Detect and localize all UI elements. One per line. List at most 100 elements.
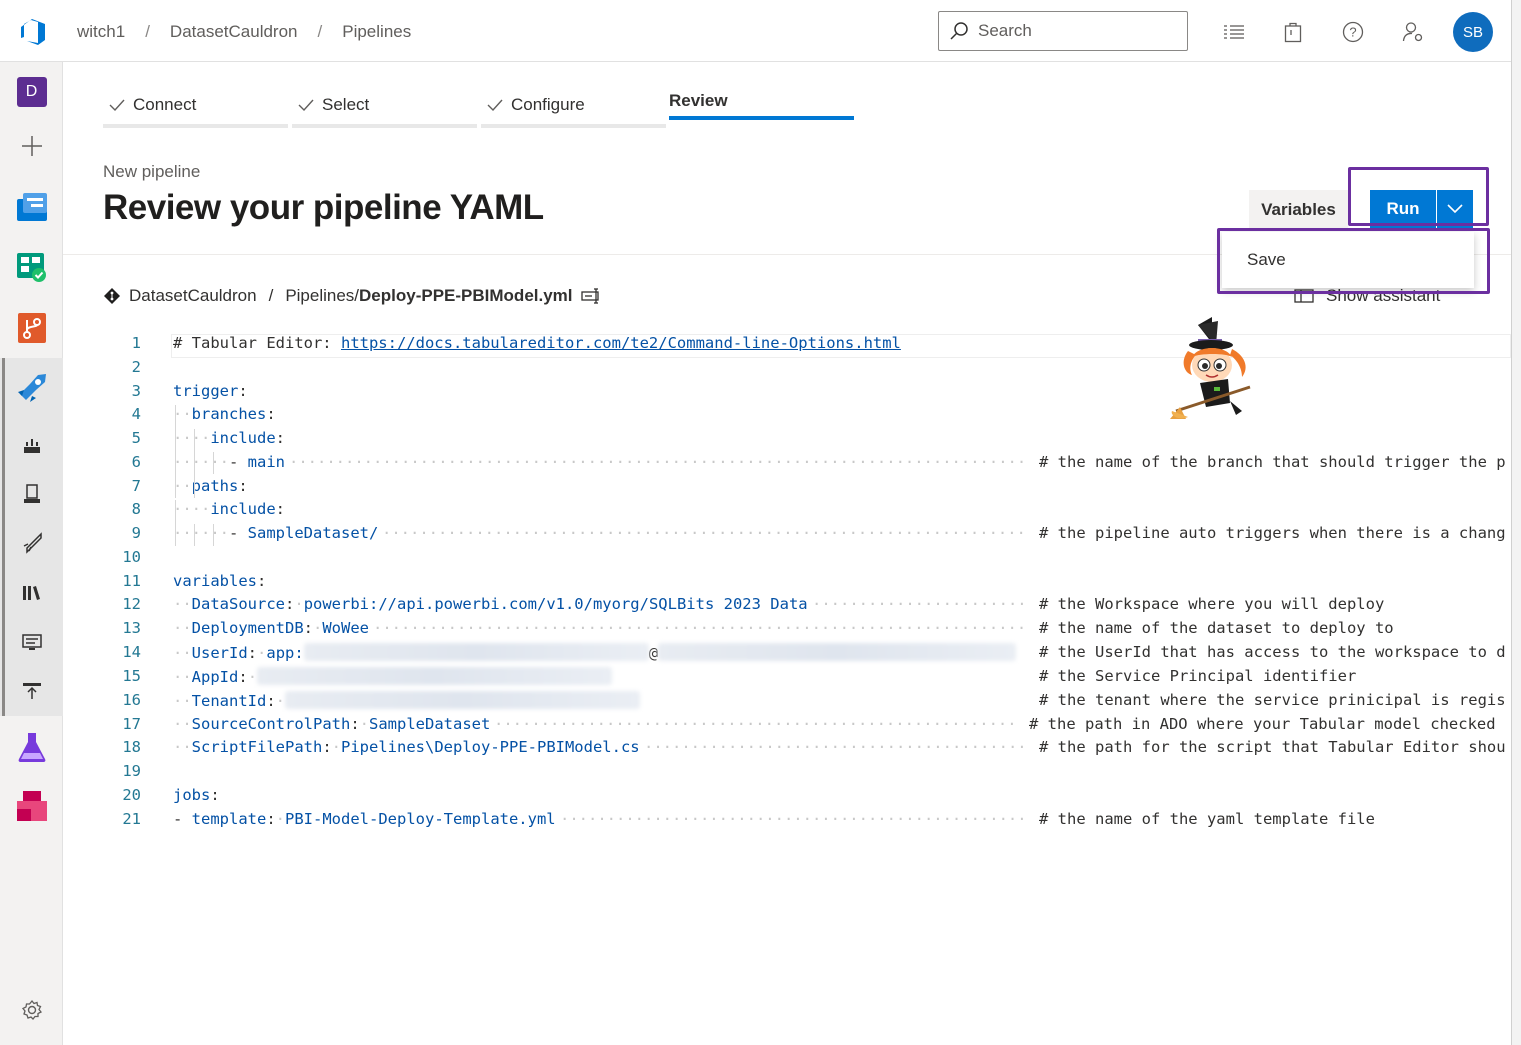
code-line[interactable]: 3 trigger:	[103, 382, 1511, 406]
project-settings-gear-icon[interactable]	[15, 993, 48, 1026]
breadcrumb-org[interactable]: witch1	[77, 22, 125, 42]
breadcrumb-project[interactable]: DatasetCauldron	[170, 22, 298, 42]
space: ·	[247, 668, 258, 686]
code-line[interactable]: 14 ··UserId:·app: @ # the UserId that has a…	[103, 643, 1511, 667]
indent-guide	[213, 524, 214, 546]
test-plans-icon[interactable]	[15, 730, 48, 763]
boards-icon[interactable]	[15, 251, 48, 284]
code-content: ··TenantId:·	[173, 690, 641, 710]
azure-devops-logo-icon[interactable]	[18, 18, 48, 46]
space: ·	[275, 809, 286, 828]
code-line[interactable]: 17 ··SourceControlPath:·SampleDataset ····…	[103, 715, 1511, 739]
left-navigation-rail: D	[0, 62, 63, 1045]
code-content: ··DataSource:·powerbi://api.powerbi.com/…	[173, 595, 808, 613]
yaml-key: include	[210, 500, 276, 518]
library-icon[interactable]	[15, 576, 48, 609]
step-configure[interactable]: Configure	[487, 82, 585, 128]
breadcrumb-pipelines[interactable]: Pipelines	[342, 22, 411, 42]
code-line[interactable]: 1 # Tabular Editor: https://docs.tabulare…	[103, 334, 1511, 358]
code-line[interactable]: 16 ··TenantId:· # the tenant where the ser…	[103, 690, 1511, 715]
variables-button[interactable]: Variables	[1249, 190, 1348, 230]
code-line[interactable]: 20 jobs:	[103, 786, 1511, 810]
whitespace-dots: ·······················	[812, 595, 1027, 613]
code-line[interactable]: 18 ··ScriptFilePath:·Pipelines\Deploy-PPE…	[103, 738, 1511, 762]
yaml-comment: # the UserId that has access to the work…	[1039, 643, 1506, 661]
code-line[interactable]: 11 variables:	[103, 572, 1511, 596]
file-name: Deploy-PPE-PBIModel.yml	[359, 286, 573, 305]
yaml-key: trigger	[173, 381, 239, 400]
indent-guide	[175, 405, 176, 498]
code-content: # Tabular Editor: https://docs.tabulared…	[173, 334, 901, 352]
repos-icon[interactable]	[15, 311, 48, 344]
user-settings-icon[interactable]	[1401, 20, 1425, 44]
code-content: ··UserId:·app: @	[173, 643, 1017, 662]
step-select[interactable]: Select	[298, 82, 369, 128]
pipelines-icon[interactable]	[15, 371, 48, 404]
code-content: - template:·PBI-Model-Deploy-Template.ym…	[173, 810, 556, 828]
space: ·	[359, 714, 369, 733]
redacted-value	[285, 690, 641, 709]
rename-icon[interactable]	[580, 288, 603, 304]
marketplace-bag-icon[interactable]	[1281, 20, 1305, 44]
whitespace-dots: ········································…	[494, 714, 1017, 733]
indent-whitespace: ··	[173, 595, 192, 613]
witch-mascot-image	[1170, 315, 1262, 423]
code-line[interactable]: 13 ··DeploymentDB:·WoWee ·················…	[103, 619, 1511, 643]
project-initial: D	[16, 76, 47, 107]
yaml-comment: # the Workspace where you will deploy	[1039, 595, 1385, 613]
help-icon[interactable]: ?	[1341, 20, 1365, 44]
yaml-colon: :	[266, 809, 276, 828]
task-groups-icon[interactable]	[15, 625, 48, 658]
deployment-groups-icon[interactable]	[15, 674, 48, 707]
code-line[interactable]: 2	[103, 358, 1511, 382]
step-label: Configure	[511, 95, 585, 114]
yaml-value: powerbi://api.powerbi.com/v1.0/myorg/SQL…	[303, 595, 808, 613]
yaml-key: variables	[173, 571, 257, 590]
line-number: 6	[131, 452, 141, 471]
yaml-comment: # the pipeline auto triggers when there …	[1039, 524, 1506, 542]
indent-whitespace: ··	[173, 738, 192, 756]
releases-rocket-icon[interactable]	[15, 526, 48, 559]
pipelines-list-icon[interactable]	[15, 427, 48, 460]
yaml-key: include	[210, 429, 276, 447]
repo-name[interactable]: DatasetCauldron	[129, 286, 257, 306]
code-line[interactable]: 12 ··DataSource:·powerbi://api.powerbi.co…	[103, 595, 1511, 619]
avatar[interactable]: SB	[1453, 12, 1493, 52]
yaml-key: DataSource	[191, 595, 285, 613]
add-icon[interactable]	[15, 129, 48, 162]
environments-icon[interactable]	[15, 477, 48, 510]
indent-whitespace: ··	[173, 644, 192, 662]
right-scroll-edge[interactable]	[1511, 0, 1521, 1045]
code-content: ··DeploymentDB:·WoWee	[173, 619, 369, 637]
step-connect[interactable]: Connect	[109, 82, 196, 128]
code-line[interactable]: 8 ····include:	[103, 500, 1511, 524]
overview-icon[interactable]	[15, 190, 48, 223]
code-line[interactable]: 4 ··branches:	[103, 405, 1511, 429]
yaml-editor[interactable]: 1 # Tabular Editor: https://docs.tabulare…	[103, 334, 1511, 854]
code-line[interactable]: 9 ······- SampleDataset/·················…	[103, 524, 1511, 548]
file-path[interactable]: Pipelines/Deploy-PPE-PBIModel.yml	[285, 286, 572, 306]
code-line[interactable]: 21 - template:·PBI-Model-Deploy-Template.…	[103, 810, 1511, 834]
artifacts-icon[interactable]	[15, 789, 48, 822]
search-icon	[950, 22, 968, 40]
search-input[interactable]: Search	[938, 11, 1188, 51]
yaml-colon: :	[266, 405, 276, 423]
code-line[interactable]: 19	[103, 762, 1511, 786]
yaml-key: ScriptFilePath	[191, 738, 323, 756]
code-line[interactable]: 7 ··paths:	[103, 477, 1511, 501]
code-line[interactable]: 6 ······- main ···························…	[103, 453, 1511, 477]
space: ·	[257, 644, 267, 662]
project-badge[interactable]: D	[15, 75, 48, 108]
yaml-value: SampleDataset	[369, 714, 491, 733]
task-list-icon[interactable]	[1222, 20, 1246, 44]
code-line[interactable]: 15 ··AppId:· # the Service Principal ident…	[103, 667, 1511, 691]
code-content: ··AppId:·	[173, 667, 613, 686]
path-separator: /	[268, 286, 274, 305]
indent-guide	[213, 452, 214, 474]
line-number: 11	[122, 571, 141, 590]
code-line[interactable]: 5 ····include:	[103, 429, 1511, 453]
space: ·	[313, 619, 323, 637]
yaml-colon: :	[238, 668, 248, 686]
code-line[interactable]: 10	[103, 548, 1511, 572]
code-content: ··SourceControlPath:·SampleDataset	[173, 715, 490, 733]
